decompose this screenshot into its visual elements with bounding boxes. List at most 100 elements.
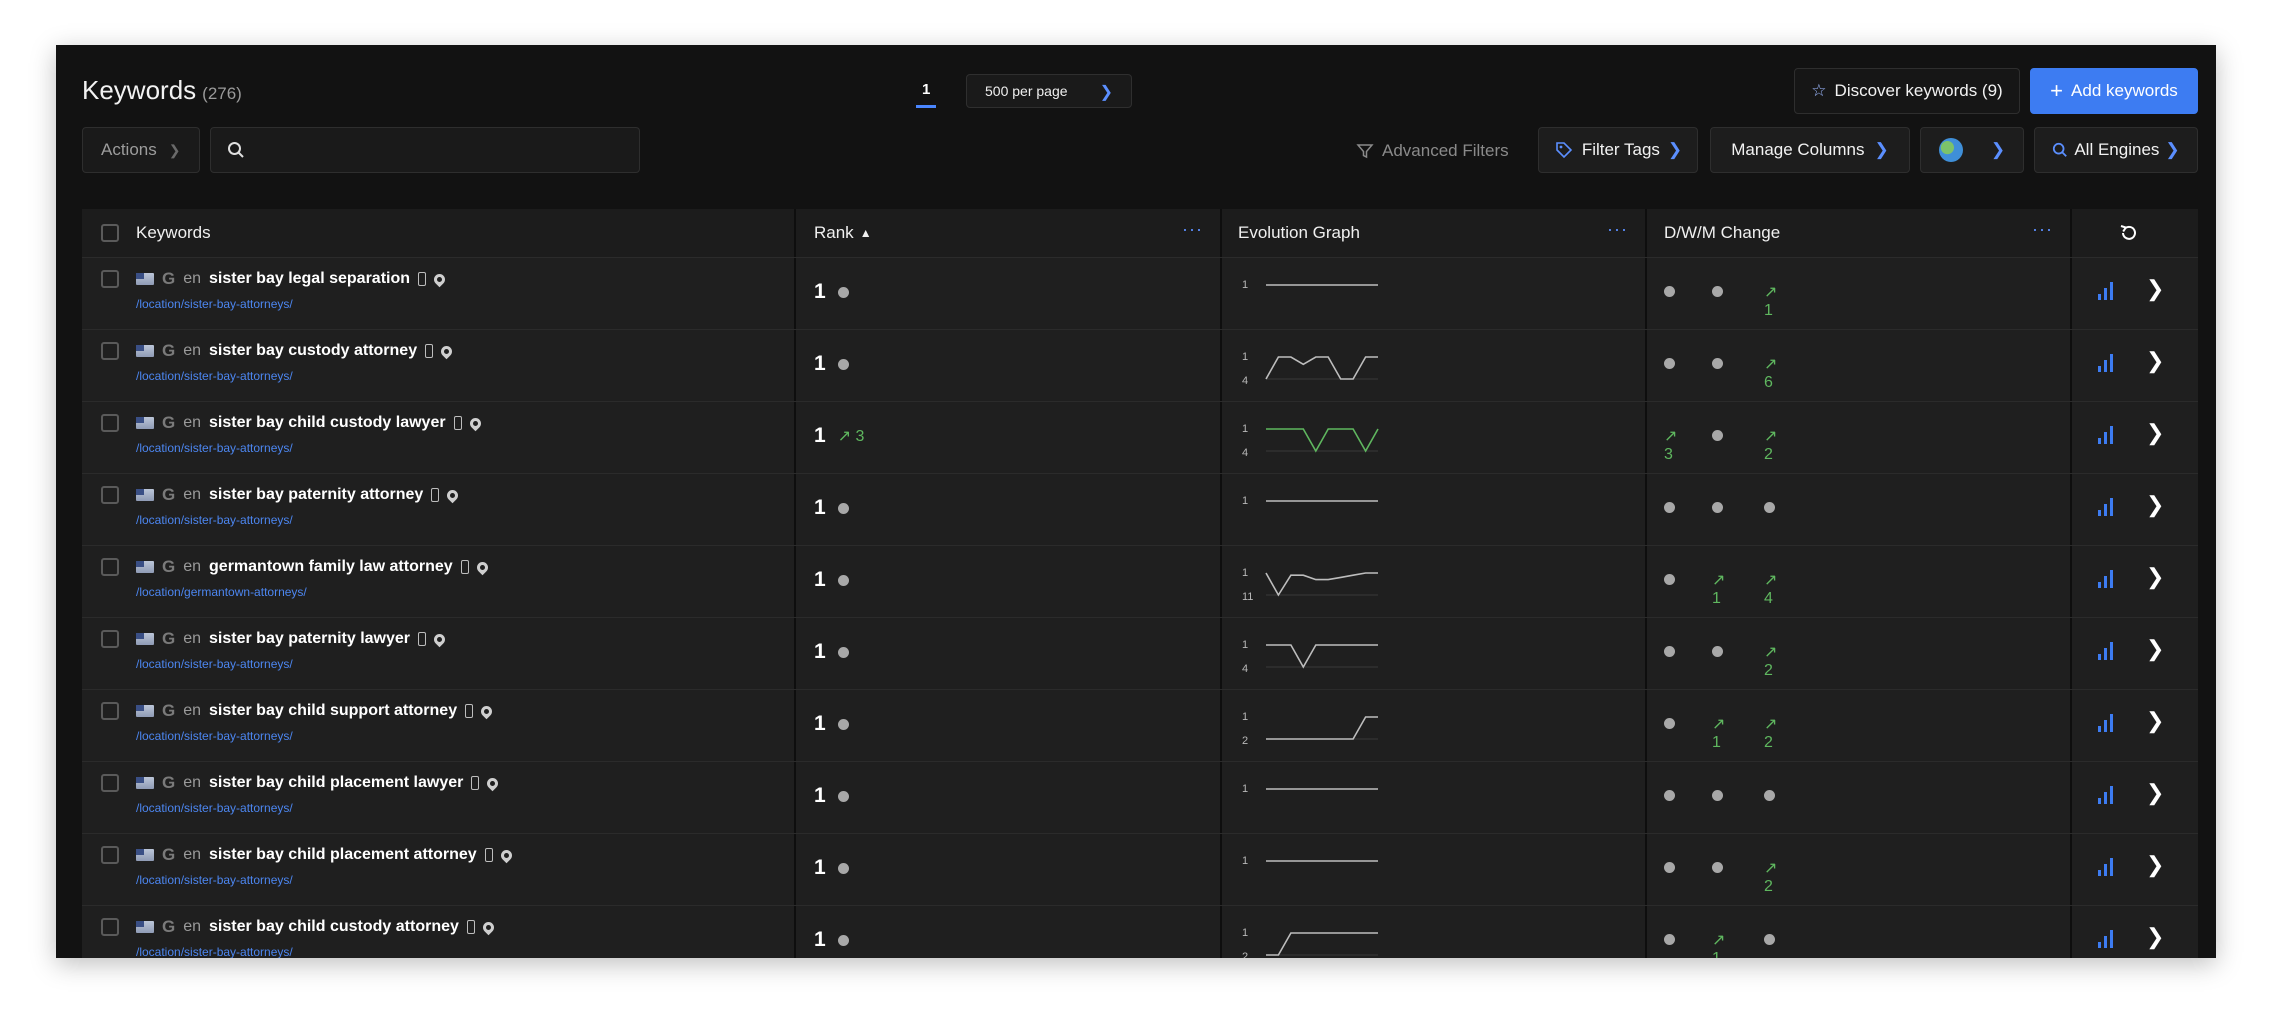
rank-column-menu-icon[interactable]: ··· bbox=[1182, 219, 1203, 240]
search-box[interactable] bbox=[210, 127, 640, 173]
keyword-text[interactable]: sister bay child placement lawyer bbox=[209, 774, 463, 792]
column-header-dwm-change[interactable]: D/W/M Change bbox=[1664, 209, 1780, 257]
row-checkbox[interactable] bbox=[101, 774, 119, 792]
row-expand-chevron-icon[interactable]: ❯ bbox=[2146, 492, 2164, 518]
row-checkbox[interactable] bbox=[101, 558, 119, 576]
location-selector[interactable]: ❯ bbox=[1920, 127, 2024, 173]
evolution-graph[interactable]: 1 bbox=[1242, 774, 1382, 824]
table-row[interactable]: G en sister bay child placement lawyer /… bbox=[82, 762, 2198, 834]
bar-chart-icon[interactable] bbox=[2098, 354, 2113, 372]
per-page-selector[interactable]: 500 per page ❯ bbox=[966, 74, 1132, 108]
bar-chart-icon[interactable] bbox=[2098, 858, 2113, 876]
language-code: en bbox=[183, 846, 202, 863]
column-header-evolution-graph[interactable]: Evolution Graph bbox=[1238, 209, 1360, 257]
row-expand-chevron-icon[interactable]: ❯ bbox=[2146, 924, 2164, 950]
row-expand-chevron-icon[interactable]: ❯ bbox=[2146, 276, 2164, 302]
keyword-url[interactable]: /location/sister-bay-attorneys/ bbox=[136, 729, 293, 743]
engines-selector[interactable]: All Engines ❯ bbox=[2034, 127, 2198, 173]
rank-value: 1 bbox=[814, 352, 826, 375]
keyword-url[interactable]: /location/sister-bay-attorneys/ bbox=[136, 297, 293, 311]
keyword-text[interactable]: sister bay paternity lawyer bbox=[209, 630, 410, 648]
evolution-graph[interactable]: 1 bbox=[1242, 486, 1382, 536]
pagination-current-page[interactable]: 1 bbox=[915, 81, 937, 108]
filter-tags-button[interactable]: Filter Tags ❯ bbox=[1538, 127, 1698, 173]
graph-top-label: 1 bbox=[1242, 351, 1249, 363]
row-checkbox[interactable] bbox=[101, 630, 119, 648]
keyword-url[interactable]: /location/sister-bay-attorneys/ bbox=[136, 441, 293, 455]
keyword-text[interactable]: sister bay child placement attorney bbox=[209, 846, 477, 864]
row-checkbox[interactable] bbox=[101, 702, 119, 720]
table-row[interactable]: G en germantown family law attorney /loc… bbox=[82, 546, 2198, 618]
keyword-url[interactable]: /location/sister-bay-attorneys/ bbox=[136, 657, 293, 671]
keyword-url[interactable]: /location/sister-bay-attorneys/ bbox=[136, 369, 293, 383]
table-row[interactable]: G en sister bay child custody attorney /… bbox=[82, 906, 2198, 958]
advanced-filters-button[interactable]: Advanced Filters bbox=[1356, 141, 1509, 161]
evolution-graph[interactable]: 14 bbox=[1242, 630, 1382, 680]
actions-button[interactable]: Actions ❯ bbox=[82, 127, 200, 173]
keyword-line: G en sister bay paternity attorney bbox=[136, 485, 461, 505]
bar-chart-icon[interactable] bbox=[2098, 714, 2113, 732]
add-keywords-button[interactable]: + Add keywords bbox=[2030, 68, 2198, 114]
keyword-url[interactable]: /location/sister-bay-attorneys/ bbox=[136, 801, 293, 815]
keyword-text[interactable]: germantown family law attorney bbox=[209, 558, 453, 576]
table-row[interactable]: G en sister bay child support attorney /… bbox=[82, 690, 2198, 762]
sparkline-line bbox=[1266, 644, 1378, 669]
row-checkbox[interactable] bbox=[101, 270, 119, 288]
evolution-graph[interactable]: 12 bbox=[1242, 702, 1382, 752]
row-checkbox[interactable] bbox=[101, 414, 119, 432]
row-expand-chevron-icon[interactable]: ❯ bbox=[2146, 420, 2164, 446]
evolution-graph[interactable]: 1 11 bbox=[1242, 558, 1382, 608]
bar-chart-icon[interactable] bbox=[2098, 642, 2113, 660]
evolution-column-menu-icon[interactable]: ··· bbox=[1607, 219, 1628, 240]
table-row[interactable]: G en sister bay child custody lawyer /lo… bbox=[82, 402, 2198, 474]
evolution-graph[interactable]: 14 bbox=[1242, 414, 1382, 464]
evolution-graph[interactable]: 1 bbox=[1242, 270, 1382, 320]
keyword-text[interactable]: sister bay child support attorney bbox=[209, 702, 457, 720]
bar-chart-icon[interactable] bbox=[2098, 570, 2113, 588]
evolution-graph[interactable]: 14 bbox=[1242, 342, 1382, 392]
bar-chart-icon[interactable] bbox=[2098, 786, 2113, 804]
row-expand-chevron-icon[interactable]: ❯ bbox=[2146, 348, 2164, 374]
change-value: 4 bbox=[1764, 590, 1773, 607]
change-column-menu-icon[interactable]: ··· bbox=[2032, 219, 2053, 240]
keyword-url[interactable]: /location/germantown-attorneys/ bbox=[136, 585, 307, 599]
evolution-graph[interactable]: 12 bbox=[1242, 918, 1382, 958]
keyword-text[interactable]: sister bay paternity attorney bbox=[209, 486, 423, 504]
manage-columns-button[interactable]: Manage Columns ❯ bbox=[1710, 127, 1910, 173]
keyword-text[interactable]: sister bay legal separation bbox=[209, 270, 410, 288]
keyword-text[interactable]: sister bay custody attorney bbox=[209, 342, 417, 360]
row-checkbox[interactable] bbox=[101, 342, 119, 360]
row-checkbox[interactable] bbox=[101, 486, 119, 504]
keyword-url[interactable]: /location/sister-bay-attorneys/ bbox=[136, 513, 293, 527]
search-input[interactable] bbox=[255, 140, 639, 160]
row-expand-chevron-icon[interactable]: ❯ bbox=[2146, 780, 2164, 806]
column-header-rank[interactable]: Rank ▲ bbox=[814, 209, 872, 257]
table-row[interactable]: G en sister bay legal separation /locati… bbox=[82, 258, 2198, 330]
keyword-url[interactable]: /location/sister-bay-attorneys/ bbox=[136, 945, 293, 958]
keyword-text[interactable]: sister bay child custody attorney bbox=[209, 918, 459, 936]
select-all-checkbox[interactable] bbox=[101, 224, 119, 242]
keyword-url[interactable]: /location/sister-bay-attorneys/ bbox=[136, 873, 293, 887]
bar-chart-icon[interactable] bbox=[2098, 498, 2113, 516]
discover-keywords-button[interactable]: ☆ Discover keywords (9) bbox=[1794, 68, 2020, 114]
row-expand-chevron-icon[interactable]: ❯ bbox=[2146, 708, 2164, 734]
keyword-text[interactable]: sister bay child custody lawyer bbox=[209, 414, 446, 432]
row-checkbox[interactable] bbox=[101, 846, 119, 864]
table-row[interactable]: G en sister bay custody attorney /locati… bbox=[82, 330, 2198, 402]
row-expand-chevron-icon[interactable]: ❯ bbox=[2146, 852, 2164, 878]
row-checkbox[interactable] bbox=[101, 918, 119, 936]
row-expand-chevron-icon[interactable]: ❯ bbox=[2146, 636, 2164, 662]
bar-chart-icon[interactable] bbox=[2098, 426, 2113, 444]
change-week bbox=[1712, 858, 1723, 878]
bar-chart-icon[interactable] bbox=[2098, 930, 2113, 948]
sparkline bbox=[1266, 716, 1378, 740]
rank-cell: 1 bbox=[814, 712, 849, 736]
bar-chart-icon[interactable] bbox=[2098, 282, 2113, 300]
table-row[interactable]: G en sister bay paternity attorney /loca… bbox=[82, 474, 2198, 546]
column-header-keywords[interactable]: Keywords bbox=[136, 209, 211, 257]
table-row[interactable]: G en sister bay paternity lawyer /locati… bbox=[82, 618, 2198, 690]
row-expand-chevron-icon[interactable]: ❯ bbox=[2146, 564, 2164, 590]
table-row[interactable]: G en sister bay child placement attorney… bbox=[82, 834, 2198, 906]
evolution-graph[interactable]: 1 bbox=[1242, 846, 1382, 896]
refresh-icon[interactable] bbox=[2118, 222, 2140, 244]
